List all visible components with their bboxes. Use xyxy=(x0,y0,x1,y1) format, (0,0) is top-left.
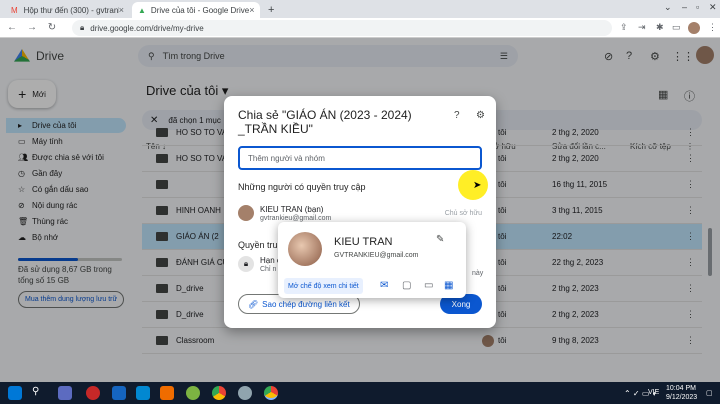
share-page-icon[interactable]: ⇪ xyxy=(620,22,628,33)
lock-icon: 🔒︎ xyxy=(238,256,254,272)
person-avatar xyxy=(238,205,254,221)
hover-card-avatar xyxy=(288,232,322,266)
drive-tab-icon: ▲ xyxy=(138,5,146,15)
general-access-heading: Quyền tru xyxy=(238,240,278,250)
windows-taskbar: ⚲ ⌃ ✓ ▭ ◖ VIE 10:04 PM 9/12/2023 ▢ xyxy=(0,382,720,404)
clock-date[interactable]: 9/12/2023 xyxy=(666,394,697,401)
link-icon: 🔗︎ xyxy=(248,299,259,309)
back-icon[interactable]: ← xyxy=(4,22,20,33)
tab-drive[interactable]: ▲ Drive của tôi - Google Drive × xyxy=(132,2,260,18)
address-bar-row: ← → ↻ 🔒︎ drive.google.com/drive/my-drive… xyxy=(0,18,720,38)
person-hover-card: KIEU TRAN GVTRANKIEU@gmail.com ✎ Mở chế … xyxy=(278,222,466,298)
word-icon[interactable] xyxy=(112,386,126,400)
profile-avatar[interactable] xyxy=(688,22,700,34)
cursor-highlight: ➤ xyxy=(458,170,488,200)
forward-icon[interactable]: → xyxy=(24,22,40,33)
browser-menu-icon[interactable]: ⋮ xyxy=(708,22,717,33)
email-icon[interactable]: ✉ xyxy=(380,280,388,291)
tab-search-icon[interactable]: ⌄ xyxy=(664,2,672,13)
app-gray-icon[interactable] xyxy=(238,386,252,400)
extensions-icon[interactable]: ✱ xyxy=(656,22,664,33)
close-window-icon[interactable]: ✕ xyxy=(709,2,717,13)
chrome-active-icon[interactable] xyxy=(264,386,278,400)
new-tab-button[interactable]: + xyxy=(262,2,278,18)
share-dialog-title: Chia sẻ "GIÁO ÁN (2023 - 2024) _TRẦN KIỀ… xyxy=(238,108,412,136)
app-blue-icon[interactable] xyxy=(136,386,150,400)
task-view-icon[interactable] xyxy=(58,386,72,400)
minimize-icon[interactable]: – xyxy=(682,2,687,12)
url-text: drive.google.com/drive/my-drive xyxy=(90,23,204,33)
video-call-icon[interactable]: ▭ xyxy=(424,280,433,291)
tab-gmail[interactable]: M Hộp thư đến (300) - gvtrankieu@ × xyxy=(4,2,130,18)
person-role: Chủ sở hữu xyxy=(444,209,482,217)
browser-tab-bar: M Hộp thư đến (300) - gvtrankieu@ × ▲ Dr… xyxy=(0,0,720,18)
copy-link-label: Sao chép đường liên kết xyxy=(262,299,350,309)
chat-icon[interactable]: ▢ xyxy=(402,280,411,291)
chrome-icon[interactable] xyxy=(212,386,226,400)
mouse-pointer-icon: ➤ xyxy=(473,180,482,191)
reload-icon[interactable]: ↻ xyxy=(44,22,60,33)
app-orange-icon[interactable] xyxy=(160,386,174,400)
general-access-suffix: này xyxy=(472,270,484,277)
person-name: KIEU TRAN (bạn) xyxy=(260,204,324,214)
help-icon[interactable]: ? xyxy=(454,110,460,121)
notification-icon[interactable]: ▢ xyxy=(706,389,713,397)
language-indicator[interactable]: VIE xyxy=(648,389,659,396)
lock-icon: 🔒︎ xyxy=(80,23,85,32)
tab-title: Drive của tôi - Google Drive xyxy=(150,5,250,15)
open-detail-view-button[interactable]: Mở chế độ xem chi tiết xyxy=(284,278,363,294)
sidepanel-icon[interactable]: ▭ xyxy=(672,22,681,33)
gear-icon[interactable]: ⚙ xyxy=(476,110,485,121)
access-heading: Những người có quyền truy cập xyxy=(238,182,366,192)
calendar-icon[interactable]: ▦ xyxy=(444,280,453,291)
search-icon[interactable]: ⚲ xyxy=(32,386,46,400)
gmail-icon: M xyxy=(10,5,18,15)
maximize-icon[interactable]: ▫ xyxy=(696,2,699,12)
start-icon[interactable] xyxy=(8,386,22,400)
app-green-icon[interactable] xyxy=(186,386,200,400)
access-person-row[interactable]: KIEU TRAN (bạn) gvtrankieu@gmail.com Chủ… xyxy=(238,202,482,224)
close-tab-icon[interactable]: × xyxy=(249,5,254,15)
close-tab-icon[interactable]: × xyxy=(119,5,124,15)
app-red-icon[interactable] xyxy=(86,386,100,400)
clock-time[interactable]: 10:04 PM xyxy=(666,385,696,392)
url-input[interactable]: 🔒︎ drive.google.com/drive/my-drive xyxy=(72,20,612,36)
tab-title: Hộp thư đến (300) - gvtrankieu@ xyxy=(23,5,119,15)
hover-card-name: KIEU TRAN xyxy=(334,236,393,248)
extension-arrow-icon[interactable]: ⇥ xyxy=(638,22,646,33)
pencil-icon[interactable]: ✎ xyxy=(436,234,444,245)
person-email: gvtrankieu@gmail.com xyxy=(260,214,332,222)
hover-card-email: GVTRANKIEU@gmail.com xyxy=(334,252,419,259)
add-people-input[interactable]: Thêm người và nhóm xyxy=(238,146,482,170)
general-access-row[interactable]: 🔒︎ Hạn c Chỉ n xyxy=(238,256,281,273)
